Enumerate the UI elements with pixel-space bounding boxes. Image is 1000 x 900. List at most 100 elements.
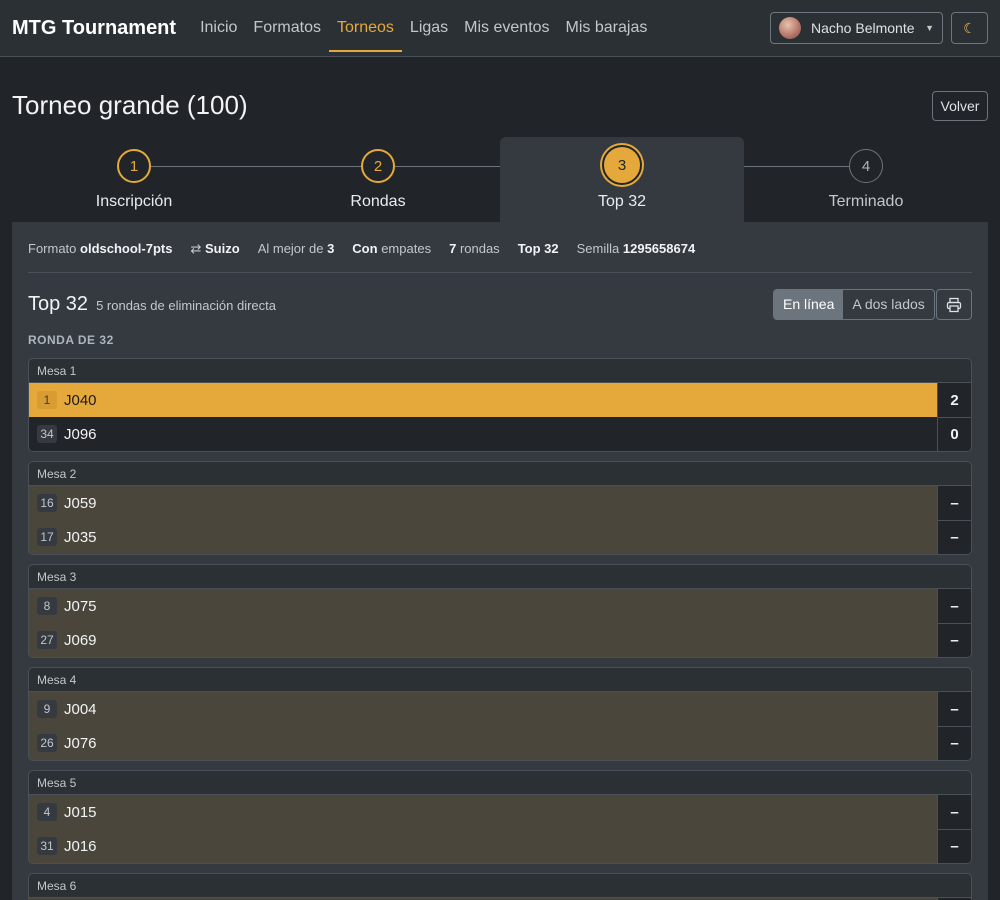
- printer-icon: [946, 297, 962, 312]
- seed-badge: 34: [37, 425, 57, 443]
- seed-badge: 16: [37, 494, 57, 512]
- meta-rounds: 7 rondas: [449, 241, 500, 256]
- match-card: Mesa 6: [28, 873, 972, 900]
- score: –: [937, 795, 971, 829]
- player-name: J015: [64, 803, 97, 821]
- table-label: Mesa 1: [29, 359, 971, 383]
- player-name: J035: [64, 528, 97, 546]
- seed-badge: 17: [37, 528, 57, 546]
- step-number: 4: [849, 149, 883, 183]
- brand-logo[interactable]: MTG Tournament: [12, 17, 176, 40]
- seed-badge: 31: [37, 837, 57, 855]
- score: –: [937, 520, 971, 554]
- top32-panel: Formato oldschool-7pts ⇄ Suizo Al mejor …: [12, 222, 988, 900]
- player-row[interactable]: 26 J076 –: [29, 726, 971, 760]
- nav-link-mis-barajas[interactable]: Mis barajas: [558, 4, 656, 52]
- meta-format: Formato oldschool-7pts: [28, 241, 173, 256]
- seed-badge: 8: [37, 597, 57, 615]
- theme-toggle-button[interactable]: ☾: [951, 12, 988, 44]
- score: 2: [937, 383, 971, 417]
- nav-link-torneos[interactable]: Torneos: [329, 4, 402, 52]
- match-card: Mesa 3 8 J075 – 27 J069 –: [28, 564, 972, 658]
- meta-draws: Con empates: [352, 241, 432, 256]
- player-name: J075: [64, 597, 97, 615]
- table-label: Mesa 6: [29, 874, 971, 898]
- score: –: [937, 692, 971, 726]
- navbar: MTG Tournament Inicio Formatos Torneos L…: [0, 0, 1000, 57]
- player-name: J069: [64, 631, 97, 649]
- player-row[interactable]: 4 J015 –: [29, 795, 971, 829]
- step-number: 3: [602, 145, 642, 185]
- user-name: Nacho Belmonte: [811, 20, 915, 36]
- match-card: Mesa 5 4 J015 – 31 J016 –: [28, 770, 972, 864]
- bracket-title: Top 32: [28, 293, 89, 315]
- player-name: J096: [64, 425, 97, 443]
- score: 0: [937, 417, 971, 451]
- meta-seed: Semilla 1295658674: [576, 241, 696, 256]
- user-menu-button[interactable]: Nacho Belmonte ▼: [770, 12, 943, 44]
- player-row[interactable]: 31 J016 –: [29, 829, 971, 863]
- view-inline-button[interactable]: En línea: [774, 290, 844, 319]
- view-toggle-group: En línea A dos lados: [773, 289, 935, 320]
- seed-badge: 1: [37, 391, 57, 409]
- match-list: Mesa 1 1 J040 2 34 J096 0 Mesa 2 16 J059 – …: [28, 358, 972, 900]
- step-number: 2: [361, 149, 395, 183]
- avatar: [779, 17, 801, 39]
- score: –: [937, 829, 971, 863]
- step-label: Inscripción: [95, 193, 173, 210]
- score: –: [937, 726, 971, 760]
- player-row[interactable]: 16 J059 –: [29, 486, 971, 520]
- table-label: Mesa 2: [29, 462, 971, 486]
- moon-icon: ☾: [963, 19, 976, 36]
- table-label: Mesa 3: [29, 565, 971, 589]
- step-rondas[interactable]: 2 Rondas: [256, 137, 500, 222]
- tournament-meta: Formato oldschool-7pts ⇄ Suizo Al mejor …: [28, 241, 695, 257]
- player-name: J016: [64, 837, 97, 855]
- score: –: [937, 486, 971, 520]
- seed-badge: 9: [37, 700, 57, 718]
- nav-link-ligas[interactable]: Ligas: [402, 4, 456, 52]
- player-row[interactable]: 34 J096 0: [29, 417, 971, 451]
- caret-down-icon: ▼: [925, 23, 934, 33]
- player-name: J059: [64, 494, 97, 512]
- score: –: [937, 589, 971, 623]
- nav-link-inicio[interactable]: Inicio: [192, 4, 245, 52]
- back-button[interactable]: Volver: [932, 91, 988, 121]
- step-number: 1: [117, 149, 151, 183]
- player-name: J004: [64, 700, 97, 718]
- page-title: Torneo grande (100): [12, 90, 248, 120]
- seed-badge: 4: [37, 803, 57, 821]
- player-name: J076: [64, 734, 97, 752]
- table-label: Mesa 5: [29, 771, 971, 795]
- step-label: Terminado: [828, 193, 904, 210]
- seed-badge: 27: [37, 631, 57, 649]
- player-row[interactable]: 8 J075 –: [29, 589, 971, 623]
- nav-links: Inicio Formatos Torneos Ligas Mis evento…: [192, 0, 655, 57]
- player-row[interactable]: 17 J035 –: [29, 520, 971, 554]
- table-label: Mesa 4: [29, 668, 971, 692]
- step-label: Top 32: [597, 193, 647, 210]
- match-card: Mesa 4 9 J004 – 26 J076 –: [28, 667, 972, 761]
- step-label: Rondas: [350, 193, 406, 210]
- score: –: [937, 623, 971, 657]
- nav-link-formatos[interactable]: Formatos: [245, 4, 329, 52]
- nav-link-mis-eventos[interactable]: Mis eventos: [456, 4, 557, 52]
- bracket-subtitle: 5 rondas de eliminación directa: [96, 298, 276, 313]
- meta-best-of: Al mejor de 3: [257, 241, 335, 256]
- step-top-32[interactable]: 3 Top 32: [500, 137, 744, 222]
- meta-system: ⇄ Suizo: [190, 241, 240, 256]
- view-two-sides-button[interactable]: A dos lados: [843, 290, 933, 319]
- player-row[interactable]: 9 J004 –: [29, 692, 971, 726]
- tournament-stepper: 1 Inscripción 2 Rondas 3 Top 32 4 Termin…: [12, 137, 988, 222]
- match-card: Mesa 1 1 J040 2 34 J096 0: [28, 358, 972, 452]
- print-button[interactable]: [936, 289, 972, 320]
- round-label: RONDA DE 32: [28, 333, 114, 347]
- step-terminado[interactable]: 4 Terminado: [744, 137, 988, 222]
- step-inscripcion[interactable]: 1 Inscripción: [12, 137, 256, 222]
- meta-top: Top 32: [517, 241, 559, 256]
- match-card: Mesa 2 16 J059 – 17 J035 –: [28, 461, 972, 555]
- player-row[interactable]: 1 J040 2: [29, 383, 971, 417]
- player-row[interactable]: 27 J069 –: [29, 623, 971, 657]
- bracket-header: Top 32 5 rondas de eliminación directa: [28, 293, 276, 316]
- seed-badge: 26: [37, 734, 57, 752]
